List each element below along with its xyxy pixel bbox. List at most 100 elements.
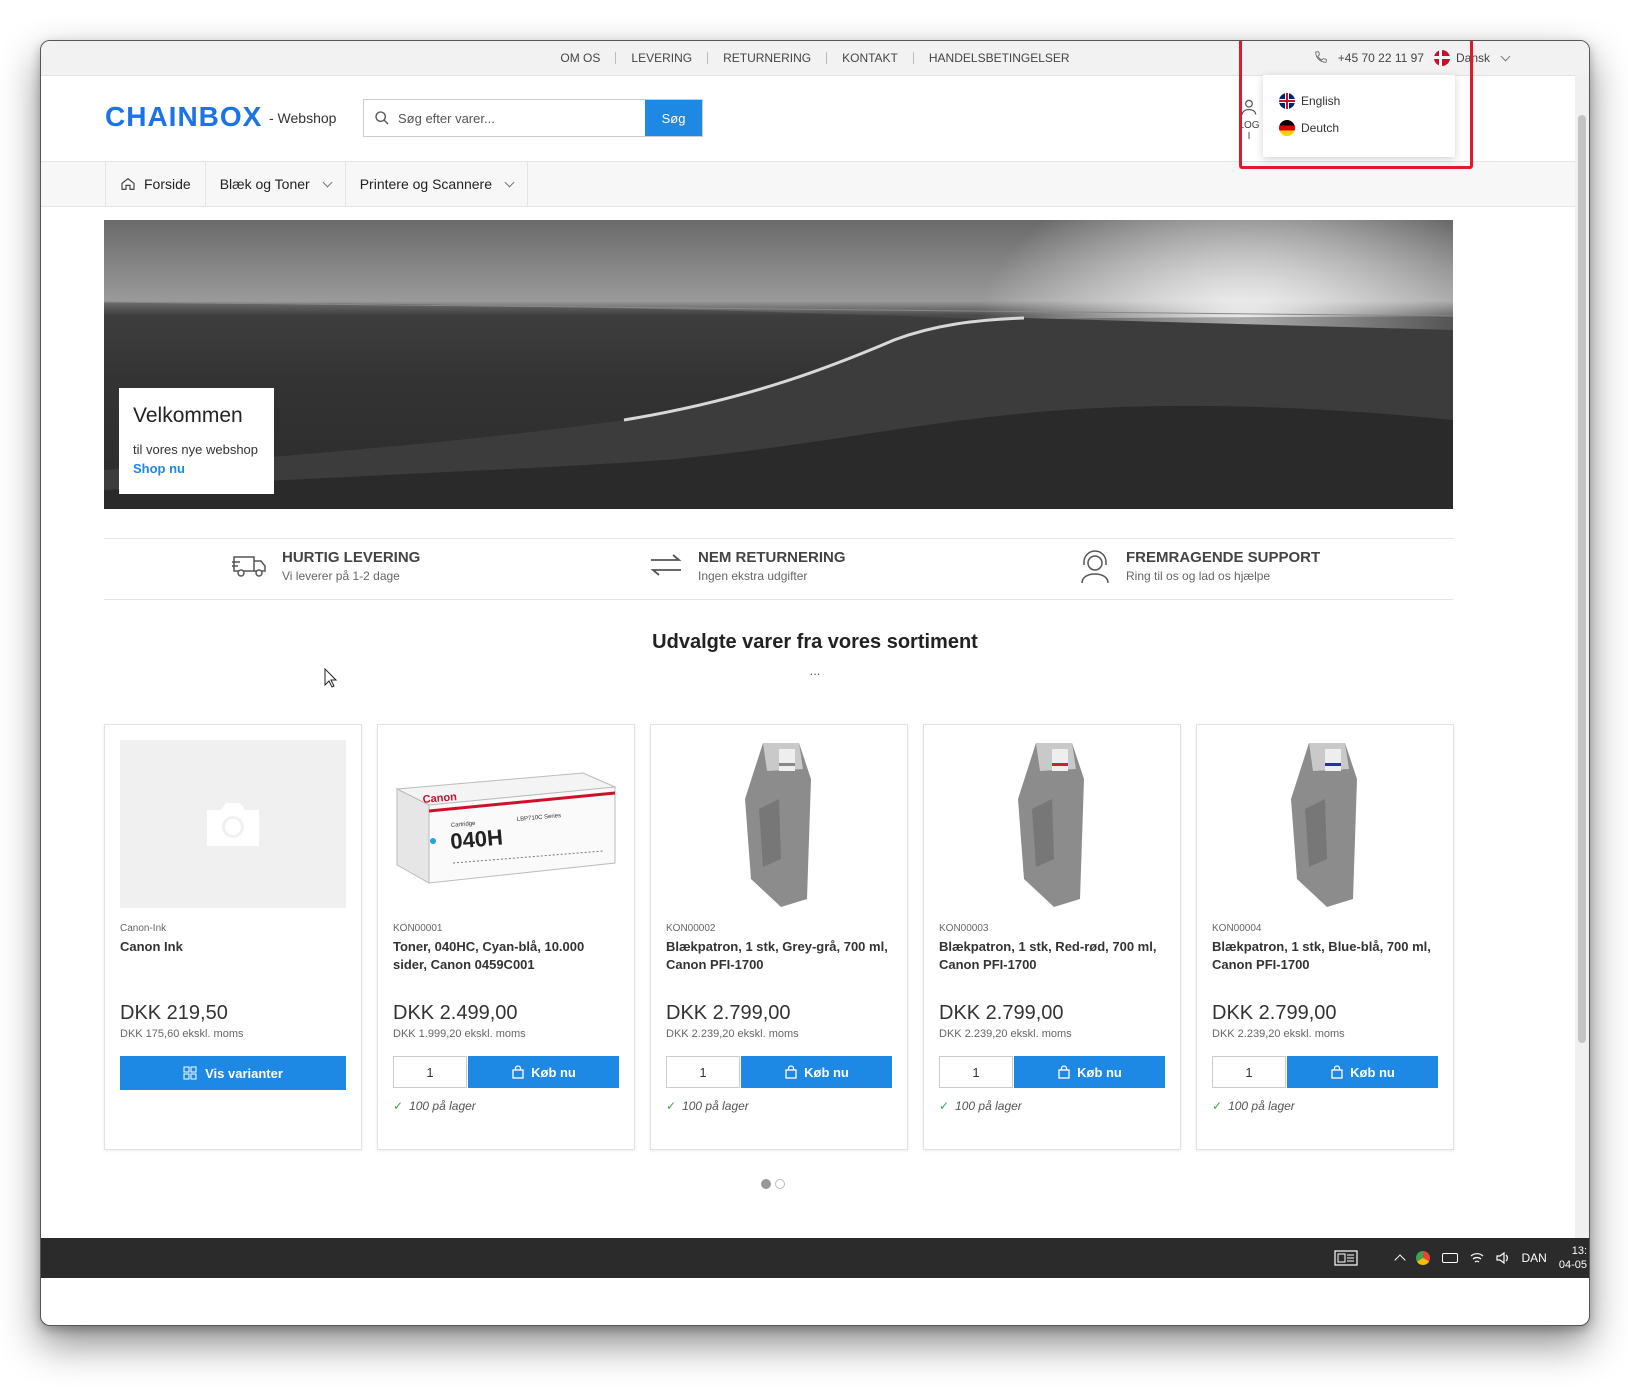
product-name[interactable]: Blækpatron, 1 stk, Grey-grå, 700 ml, Can…	[666, 938, 894, 974]
product-card[interactable]: KON00002 Blækpatron, 1 stk, Grey-grå, 70…	[650, 724, 908, 1150]
logo[interactable]: CHAINBOX	[105, 101, 262, 133]
hero-title: Velkommen	[133, 404, 243, 427]
chevron-up-icon[interactable]	[1393, 1254, 1406, 1266]
product-card[interactable]: Canon-Ink Canon Ink DKK 219,50 DKK 175,6…	[104, 724, 362, 1150]
hero-banner: Velkommen til vores nye webshop Shop nu	[104, 220, 1453, 509]
product-card[interactable]: KON00004 Blækpatron, 1 stk, Blue-blå, 70…	[1196, 724, 1454, 1150]
language-option-deutch[interactable]: Deutch	[1279, 120, 1339, 136]
stock-label: 100 på lager	[409, 1099, 476, 1113]
quantity-input[interactable]: 1	[1212, 1056, 1286, 1088]
battery-icon[interactable]	[1441, 1253, 1458, 1263]
nav-label: Forside	[144, 176, 191, 192]
taskbar: DAN 13: 04-05	[41, 1238, 1589, 1278]
product-card[interactable]: KON00003 Blækpatron, 1 stk, Red-rød, 700…	[923, 724, 1181, 1150]
nav-item-printere-og-scannere[interactable]: Printere og Scannere	[346, 162, 529, 206]
feature-delivery: HURTIG LEVERING Vi leverer på 1-2 dage	[232, 549, 420, 583]
chevron-down-icon	[1500, 51, 1511, 61]
show-variants-button[interactable]: Vis varianter	[120, 1056, 346, 1090]
news-widget-icon[interactable]	[1333, 1250, 1358, 1266]
shopping-bag-icon	[512, 1065, 524, 1079]
product-image[interactable]	[1212, 740, 1438, 908]
nav-item-forside[interactable]: Forside	[106, 162, 206, 206]
search-icon	[375, 111, 389, 125]
speaker-icon[interactable]	[1495, 1252, 1510, 1264]
product-price: DKK 2.499,00	[393, 1002, 518, 1024]
product-image[interactable]: Canon 040H Cartridge LBP710C Series	[393, 740, 619, 908]
chrome-icon[interactable]	[1415, 1251, 1430, 1265]
hero-subtitle: til vores nye webshop	[133, 442, 259, 457]
login-label: LOG I	[1238, 120, 1260, 142]
buy-now-button[interactable]: Køb nu	[741, 1056, 892, 1088]
language-option-english[interactable]: English	[1279, 93, 1340, 109]
buy-now-button[interactable]: Køb nu	[468, 1056, 619, 1088]
product-card[interactable]: Canon 040H Cartridge LBP710C Series KON0…	[377, 724, 635, 1150]
top-bar: OM OS LEVERING RETURNERING KONTAKT HANDE…	[41, 41, 1589, 76]
product-name[interactable]: Blækpatron, 1 stk, Blue-blå, 700 ml, Can…	[1212, 938, 1440, 974]
check-icon: ✓	[666, 1099, 677, 1113]
shopping-bag-icon	[1058, 1065, 1070, 1079]
product-name[interactable]: Blækpatron, 1 stk, Red-rød, 700 ml, Cano…	[939, 938, 1167, 974]
carousel-dot-1[interactable]	[761, 1179, 771, 1189]
top-link-kontakt[interactable]: KONTAKT	[827, 52, 914, 64]
logo-subtitle: - Webshop	[269, 110, 337, 126]
mouse-cursor-icon	[324, 668, 338, 688]
shop-now-link[interactable]: Shop nu	[133, 461, 260, 476]
button-label: Køb nu	[1077, 1064, 1122, 1080]
product-price-ex-vat: DKK 175,60 ekskl. moms	[120, 1028, 244, 1040]
ink-cartridge-image	[1018, 743, 1084, 907]
chevron-down-icon	[504, 177, 515, 187]
product-image[interactable]	[666, 740, 892, 908]
buy-now-button[interactable]: Køb nu	[1287, 1056, 1438, 1088]
top-link-handelsbetingelser[interactable]: HANDELSBETINGELSER	[914, 52, 1085, 64]
scrollbar[interactable]	[1575, 75, 1589, 1238]
nav-item-blaek-og-toner[interactable]: Blæk og Toner	[206, 162, 346, 206]
truck-icon	[232, 556, 266, 577]
product-sku: KON00003	[939, 923, 989, 934]
product-price-ex-vat: DKK 2.239,20 ekskl. moms	[939, 1028, 1072, 1040]
feature-subtitle: Ring til os og lad os hjælpe	[1126, 569, 1271, 583]
language-label: Dansk	[1455, 51, 1490, 65]
stock-label: 100 på lager	[682, 1099, 749, 1113]
quantity-input[interactable]: 1	[666, 1056, 740, 1088]
clock[interactable]: 13: 04-05	[1559, 1244, 1587, 1272]
scrollbar-thumb[interactable]	[1578, 115, 1586, 1043]
phone-number[interactable]: +45 70 22 11 97	[1338, 51, 1424, 65]
nav-label: Blæk og Toner	[219, 176, 310, 192]
check-icon: ✓	[939, 1099, 950, 1113]
ink-cartridge-image	[1291, 743, 1357, 907]
top-link-levering[interactable]: LEVERING	[616, 52, 709, 64]
phone-icon	[1314, 50, 1328, 67]
search-input[interactable]: Søg efter varer...	[364, 100, 645, 136]
nav-label: Printere og Scannere	[359, 176, 493, 192]
quantity-input[interactable]: 1	[939, 1056, 1013, 1088]
shopping-bag-icon	[785, 1065, 797, 1079]
top-link-returnering[interactable]: RETURNERING	[708, 52, 828, 64]
stock-status: ✓ 100 på lager	[666, 1099, 749, 1113]
product-name[interactable]: Toner, 040HC, Cyan-blå, 10.000 sider, Ca…	[393, 938, 621, 974]
clock-date: 04-05	[1558, 1259, 1587, 1271]
button-label: Køb nu	[1350, 1064, 1395, 1080]
buy-now-button[interactable]: Køb nu	[1014, 1056, 1165, 1088]
search-button[interactable]: Søg	[645, 100, 702, 136]
carousel-dot-2[interactable]	[775, 1179, 785, 1189]
login-button[interactable]: LOG I	[1237, 97, 1261, 142]
features-bar: HURTIG LEVERING Vi leverer på 1-2 dage N…	[104, 538, 1453, 600]
user-icon	[1241, 99, 1257, 115]
home-icon	[121, 177, 135, 190]
wifi-icon[interactable]	[1470, 1252, 1484, 1264]
feature-title: NEM RETURNERING	[698, 549, 846, 566]
browser-window: OM OS LEVERING RETURNERING KONTAKT HANDE…	[40, 40, 1590, 1326]
product-image[interactable]	[120, 740, 346, 908]
product-name[interactable]: Canon Ink	[120, 938, 348, 956]
keyboard-language[interactable]: DAN	[1522, 1251, 1547, 1265]
germany-flag-icon	[1279, 120, 1295, 136]
search-bar: Søg efter varer... Søg	[363, 99, 703, 137]
stock-status: ✓ 100 på lager	[393, 1099, 476, 1113]
camera-icon	[207, 803, 259, 846]
feature-returns: NEM RETURNERING Ingen ekstra udgifter	[648, 549, 846, 583]
clock-time: 13:	[1571, 1245, 1587, 1257]
language-selector[interactable]: Dansk	[1433, 50, 1511, 66]
top-link-om-os[interactable]: OM OS	[545, 52, 617, 64]
product-image[interactable]	[939, 740, 1165, 908]
quantity-input[interactable]: 1	[393, 1056, 467, 1088]
